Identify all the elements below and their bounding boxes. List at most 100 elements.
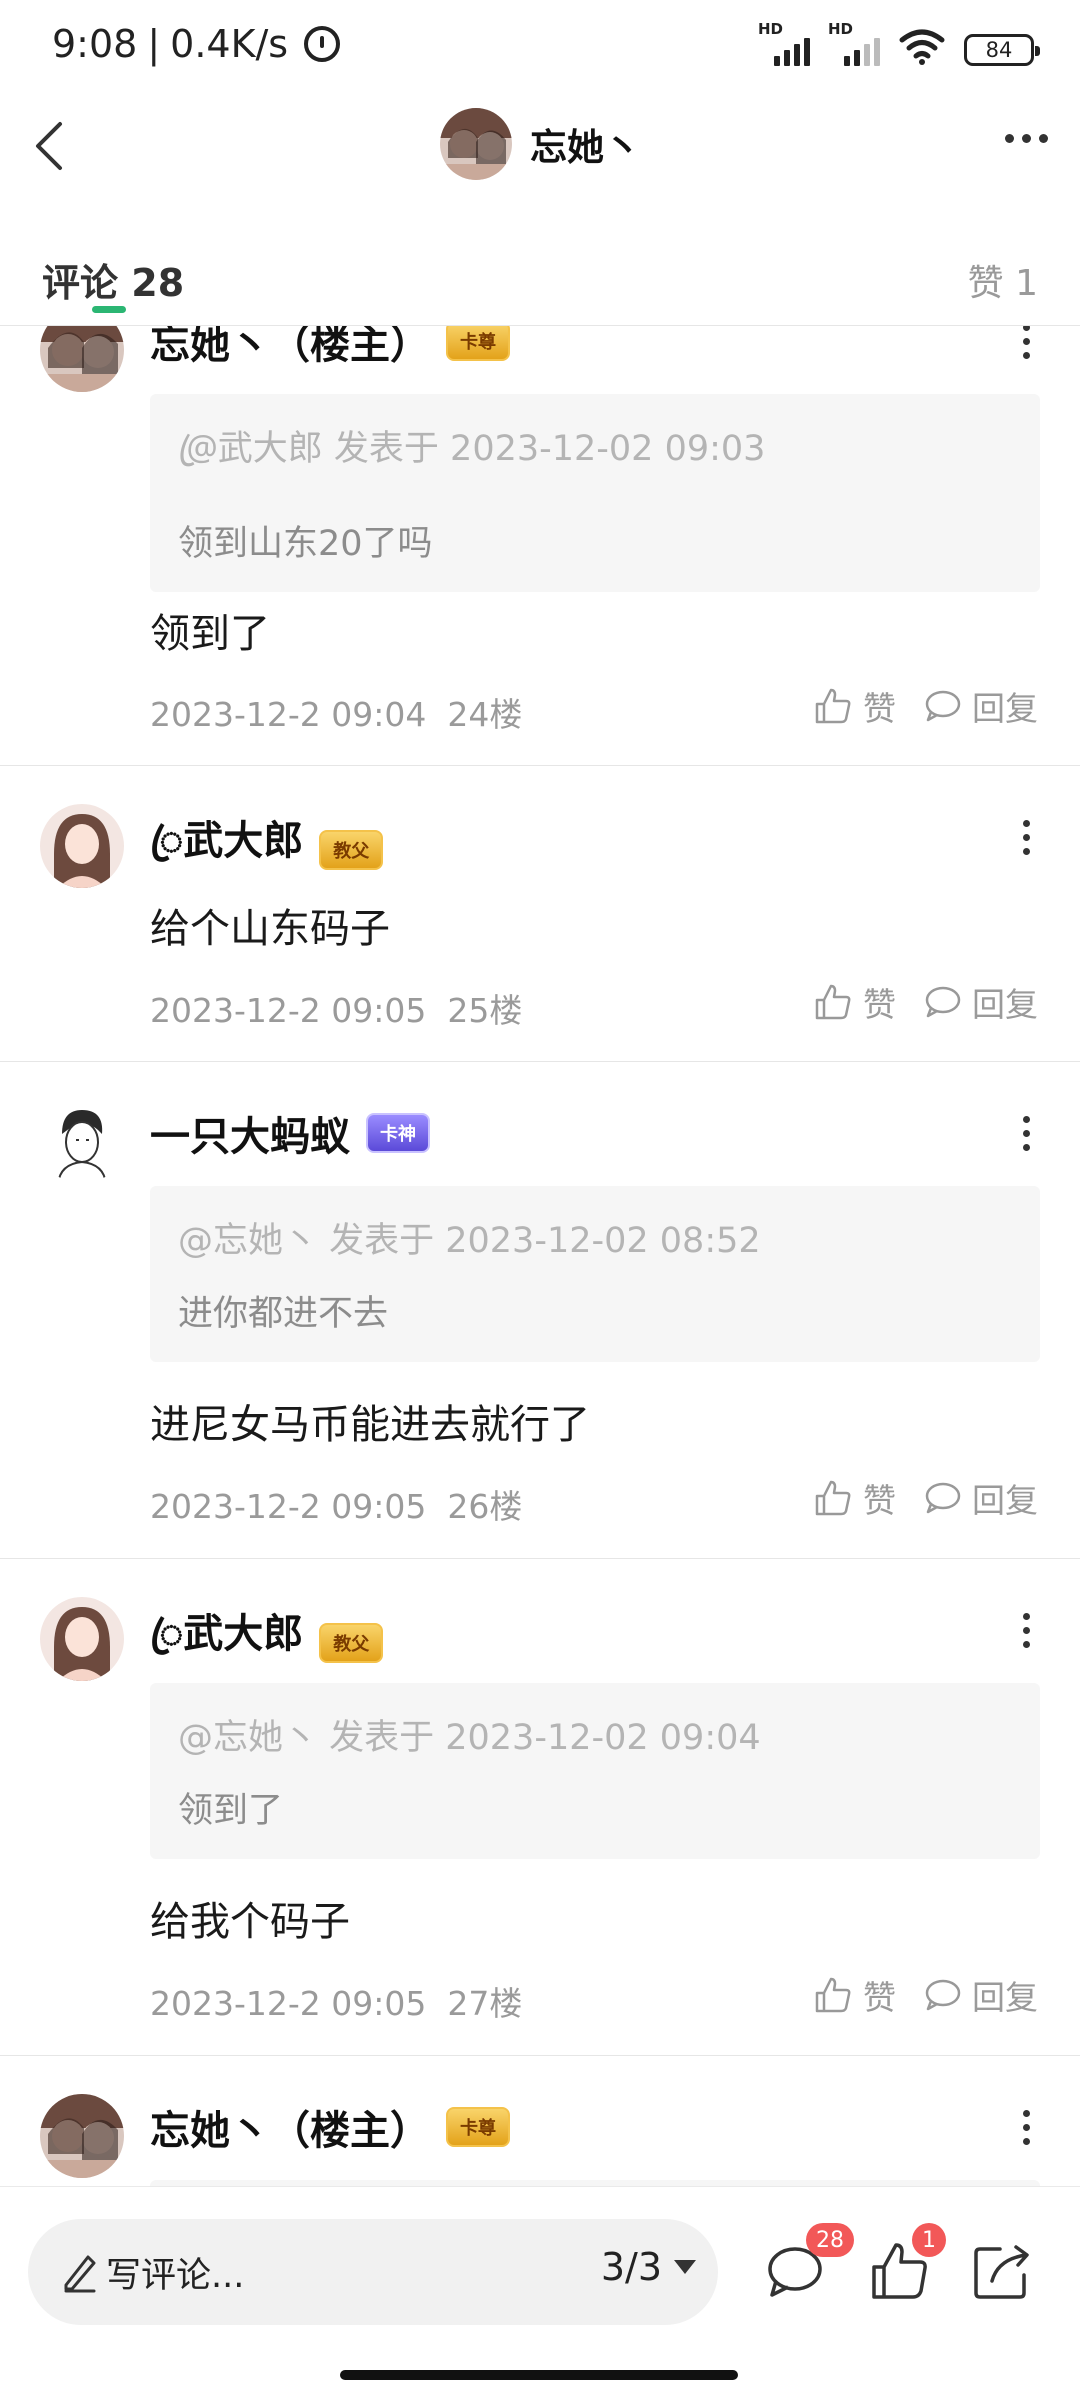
reply-button[interactable]: 回复	[922, 1971, 1038, 2019]
quote-text: 领到了	[178, 1791, 284, 1831]
comment-floor: 26楼	[447, 1487, 523, 1526]
comment-author[interactable]: 一只大蚂蚁	[150, 1104, 350, 1162]
comment-date: 2023-12-2 09:05	[150, 1487, 427, 1526]
comment-item: 忘她丶（楼主） 卡尊 @ꦿ武大郎 发表于 2023-12-02 09:03 领到…	[0, 326, 1080, 766]
avatar[interactable]	[40, 326, 124, 392]
comment-list[interactable]: 忘她丶（楼主） 卡尊 @ꦿ武大郎 发表于 2023-12-02 09:03 领到…	[0, 326, 1080, 2186]
comment-date: 2023-12-2 09:05	[150, 991, 427, 1030]
more-vertical-icon[interactable]	[1023, 820, 1030, 855]
reply-label: 回复	[972, 689, 1038, 728]
signal-icon: HD	[758, 20, 810, 66]
reply-label: 回复	[972, 1978, 1038, 2017]
comment-floor: 25楼	[447, 991, 523, 1030]
comment-actions: 赞 回复	[813, 978, 1038, 1026]
comment-actions: 赞 回复	[813, 1971, 1038, 2019]
like-label: 赞	[863, 1481, 896, 1520]
comment-date: 2023-12-2 09:05	[150, 1984, 427, 2023]
wifi-icon	[899, 29, 945, 65]
like-button[interactable]: 赞	[813, 682, 896, 730]
comment-item: 忘她丶（楼主） 卡尊	[0, 2056, 1080, 2186]
like-button[interactable]: 赞	[813, 1474, 896, 1522]
tab-likes[interactable]: 赞 1	[968, 254, 1038, 306]
comment-floor: 24楼	[447, 695, 523, 734]
avatar[interactable]	[40, 1100, 124, 1184]
comment-header: 忘她丶（楼主） 卡尊	[150, 2098, 510, 2156]
like-label: 赞	[863, 985, 896, 1024]
thumbs-up-icon	[815, 1480, 851, 1516]
more-vertical-icon[interactable]	[1023, 326, 1030, 359]
more-vertical-icon[interactable]	[1023, 1613, 1030, 1648]
comment-header: 一只大蚂蚁 卡神	[150, 1104, 430, 1162]
comment-actions: 赞 回复	[813, 682, 1038, 730]
signal-hd-label: HD	[758, 20, 784, 38]
comment-meta: 2023-12-2 09:05 25楼	[150, 984, 522, 1032]
status-separator: |	[147, 22, 161, 66]
comment-tabs: 评论 28 赞 1	[0, 240, 1080, 326]
tab-comments-count: 28	[131, 261, 185, 305]
level-badge: 教父	[319, 1622, 384, 1663]
share-icon[interactable]	[970, 2239, 1034, 2303]
tab-comments[interactable]: 评论 28	[42, 252, 184, 307]
thumbs-up-icon	[815, 688, 851, 724]
like-count-badge: 1	[912, 2223, 946, 2257]
thread-owner[interactable]: 忘她丶	[440, 108, 641, 180]
quoted-comment[interactable]: @忘她丶 发表于 2023-12-02 08:52 进你都进不去	[150, 1186, 1040, 1362]
comment-item: ꦿ武大郎 教父 @忘她丶 发表于 2023-12-02 09:04 领到了 给我…	[0, 1559, 1080, 2056]
more-vertical-icon[interactable]	[1023, 1116, 1030, 1151]
comment-meta: 2023-12-2 09:05 27楼	[150, 1977, 522, 2025]
alarm-icon	[304, 26, 341, 62]
comment-author[interactable]: ꦿ武大郎	[150, 1601, 303, 1684]
comment-author[interactable]: 忘她丶（楼主）	[150, 326, 430, 370]
pen-icon	[64, 2255, 96, 2293]
signal-hd-label: HD	[828, 20, 854, 38]
comment-meta: 2023-12-2 09:04 24楼	[150, 688, 522, 736]
tab-comments-label: 评论	[42, 261, 119, 305]
more-horizontal-icon[interactable]	[1005, 134, 1048, 143]
comment-input[interactable]: 写评论... 3/3	[28, 2219, 718, 2325]
reply-button[interactable]: 回复	[922, 682, 1038, 730]
chevron-left-icon[interactable]	[22, 116, 82, 176]
level-badge: 卡神	[366, 1113, 430, 1153]
quote-meta: @ꦿ武大郎 发表于 2023-12-02 09:03	[178, 429, 766, 469]
quote-text: 进你都进不去	[178, 1294, 389, 1334]
comment-floor: 27楼	[447, 1984, 523, 2023]
reply-label: 回复	[972, 985, 1038, 1024]
home-indicator[interactable]	[340, 2370, 738, 2380]
level-badge: 教父	[319, 829, 384, 870]
caret-down-icon	[674, 2260, 696, 2274]
comment-text: 进尼女马币能进去就行了	[150, 1402, 590, 1448]
more-vertical-icon[interactable]	[1023, 2110, 1030, 2145]
battery-level: 84	[985, 38, 1013, 62]
comment-header: 忘她丶（楼主） 卡尊	[150, 326, 510, 370]
like-button[interactable]: 赞	[813, 978, 896, 1026]
reply-button[interactable]: 回复	[922, 1474, 1038, 1522]
quoted-comment[interactable]: @忘她丶 发表于 2023-12-02 09:04 领到了	[150, 1683, 1040, 1859]
comment-bubble-icon	[925, 1482, 961, 1514]
avatar[interactable]	[40, 804, 124, 888]
comment-bubble-icon	[925, 690, 961, 722]
quoted-comment[interactable]: @ꦿ武大郎 发表于 2023-12-02 09:03 领到山东20了吗	[150, 394, 1040, 592]
avatar[interactable]	[40, 1597, 124, 1681]
comment-text: 给个山东码子	[150, 906, 390, 952]
battery-icon: 84	[964, 34, 1040, 66]
status-time: 9:08	[52, 22, 138, 66]
comment-author[interactable]: ꦿ武大郎	[150, 808, 303, 891]
comment-bubble-icon	[925, 986, 961, 1018]
like-label: 赞	[863, 1978, 896, 2017]
page-selector[interactable]: 3/3	[601, 2245, 696, 2289]
comment-item: 一只大蚂蚁 卡神 @忘她丶 发表于 2023-12-02 08:52 进你都进不…	[0, 1062, 1080, 1559]
like-label: 赞	[863, 689, 896, 728]
like-button[interactable]: 赞	[813, 1971, 896, 2019]
comment-input-placeholder: 写评论...	[106, 2256, 245, 2296]
quote-meta: @忘她丶 发表于 2023-12-02 09:04	[178, 1718, 761, 1758]
comment-bubble-icon	[925, 1979, 961, 2011]
network-speed: 0.4K/s	[170, 22, 289, 66]
reply-label: 回复	[972, 1481, 1038, 1520]
comment-author[interactable]: 忘她丶（楼主）	[150, 2098, 430, 2156]
top-nav: 忘她丶	[0, 96, 1080, 196]
avatar[interactable]	[440, 108, 512, 180]
reply-button[interactable]: 回复	[922, 978, 1038, 1026]
comment-text: 领到了	[150, 611, 270, 657]
avatar[interactable]	[40, 2094, 124, 2178]
signal-icon: HD	[828, 20, 880, 66]
